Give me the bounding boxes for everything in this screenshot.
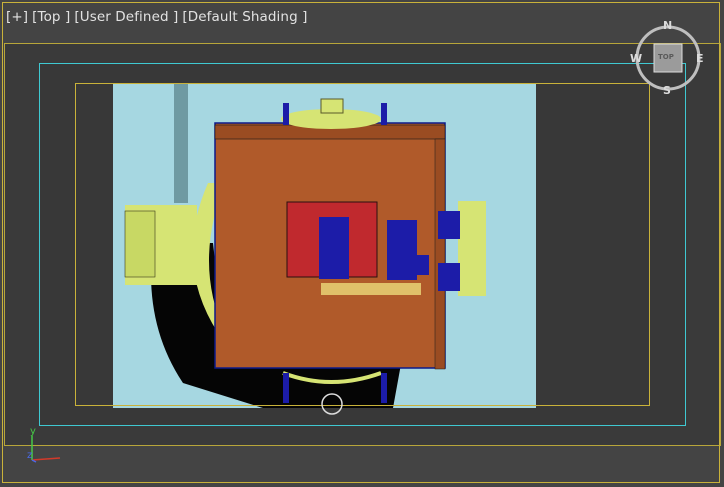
viewport-shading-menu[interactable]: [Default Shading ]: [182, 9, 307, 25]
pivot-circle-icon: [321, 393, 343, 415]
viewport-plus-menu[interactable]: [+]: [6, 9, 28, 25]
axis-tripod: y z: [22, 426, 66, 468]
viewport-label-menu: [+] [Top ] [User Defined ] [Default Shading…: [6, 9, 308, 25]
viewcube[interactable]: N S E W TOP: [630, 18, 708, 97]
axis-y-label: y: [30, 426, 36, 437]
viewcube-west-label[interactable]: W: [630, 52, 642, 65]
viewport-mode-menu[interactable]: [User Defined ]: [74, 9, 178, 25]
axis-z-label: z: [27, 450, 33, 461]
viewport-view-menu[interactable]: [Top ]: [32, 9, 70, 25]
viewport-top[interactable]: [+] [Top ] [User Defined ] [Default Shading…: [0, 0, 724, 487]
viewcube-south-label[interactable]: S: [663, 84, 671, 97]
viewcube-north-label[interactable]: N: [663, 19, 672, 32]
safe-frame-title: [75, 83, 650, 406]
viewcube-top-face[interactable]: TOP: [658, 53, 674, 61]
axis-tripod-icon: [31, 436, 61, 463]
viewcube-east-label[interactable]: E: [696, 52, 704, 65]
